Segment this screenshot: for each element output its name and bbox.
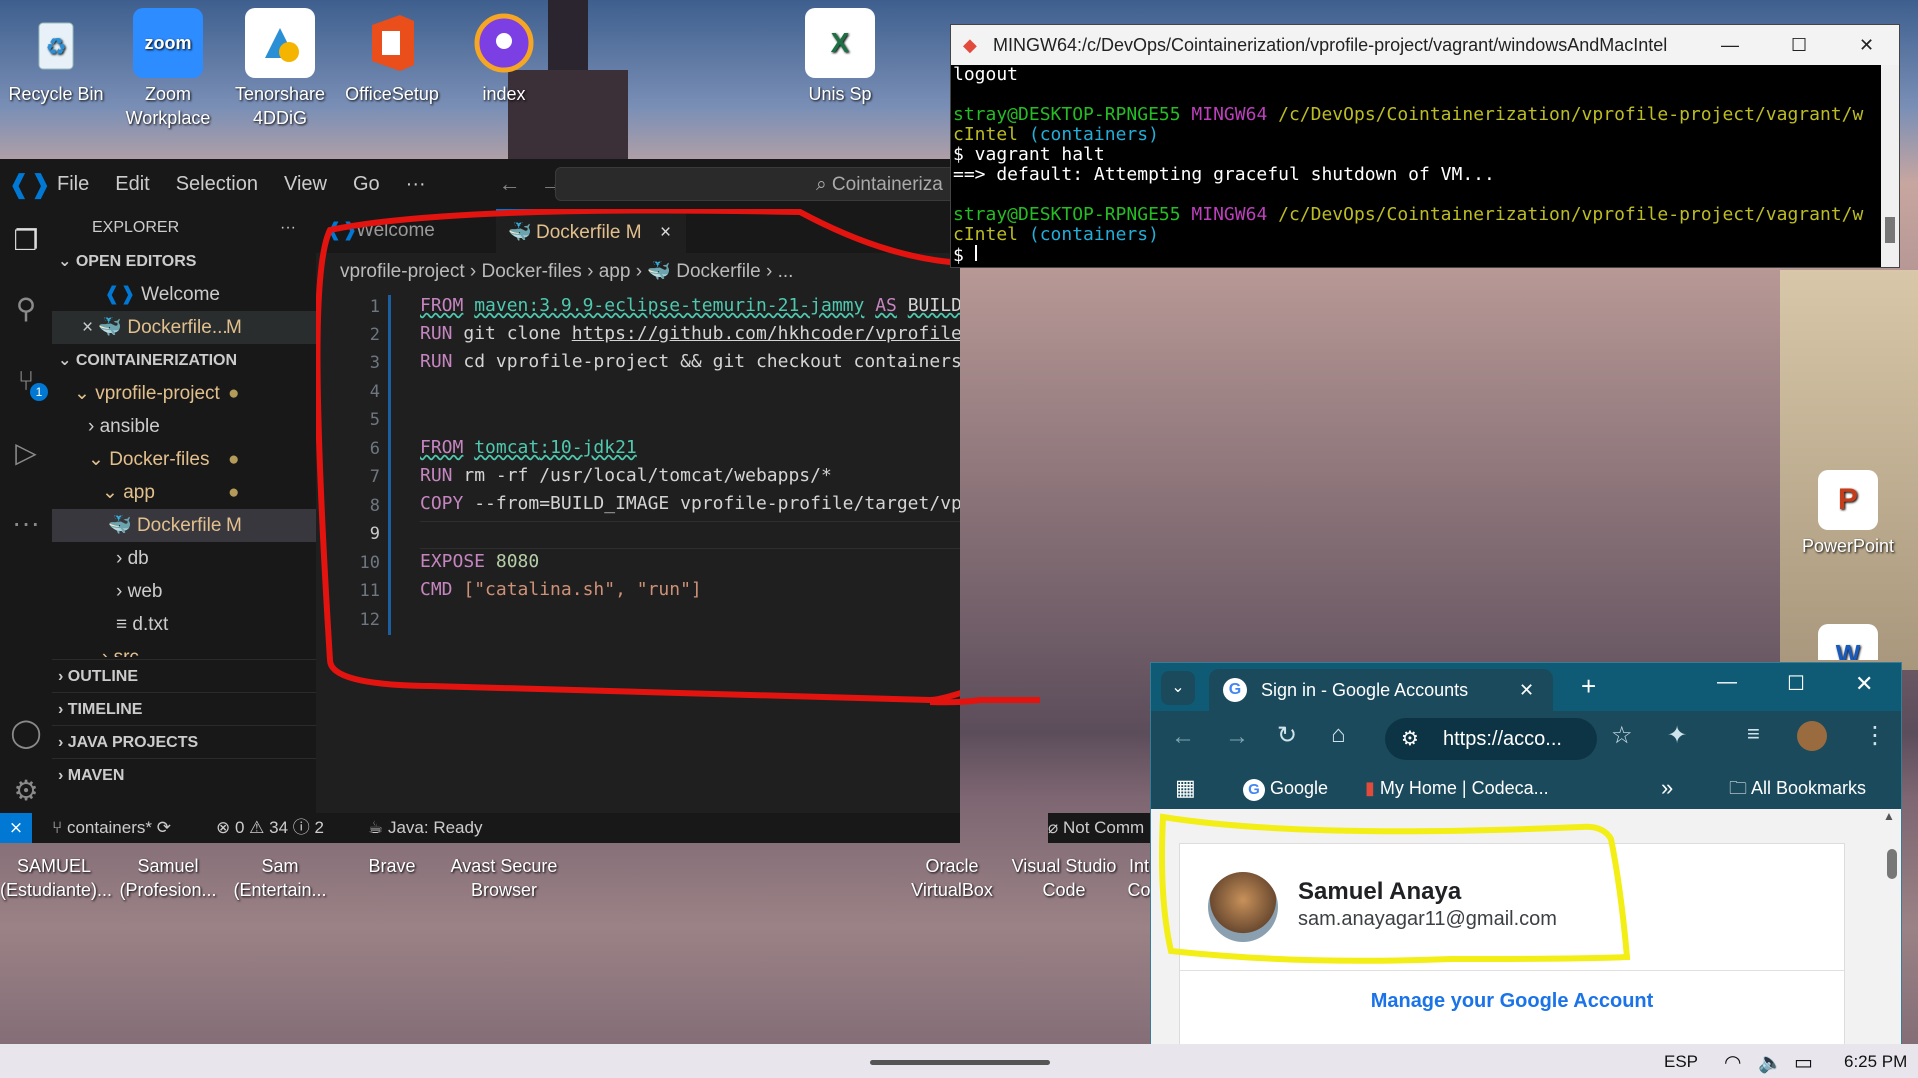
home-indicator-bar[interactable] — [870, 1060, 1050, 1065]
wifi-icon[interactable]: ◠ — [1724, 1050, 1741, 1075]
volume-icon[interactable]: 🔈 — [1758, 1050, 1783, 1075]
battery-icon[interactable]: ▭ — [1794, 1050, 1813, 1075]
red-annotation-tail — [929, 697, 1040, 706]
taskbar: ESP ◠ 🔈 ▭ 6:25 PM — [0, 1044, 1918, 1078]
clock[interactable]: 6:25 PM — [1844, 1052, 1907, 1072]
language-indicator[interactable]: ESP — [1664, 1052, 1698, 1072]
